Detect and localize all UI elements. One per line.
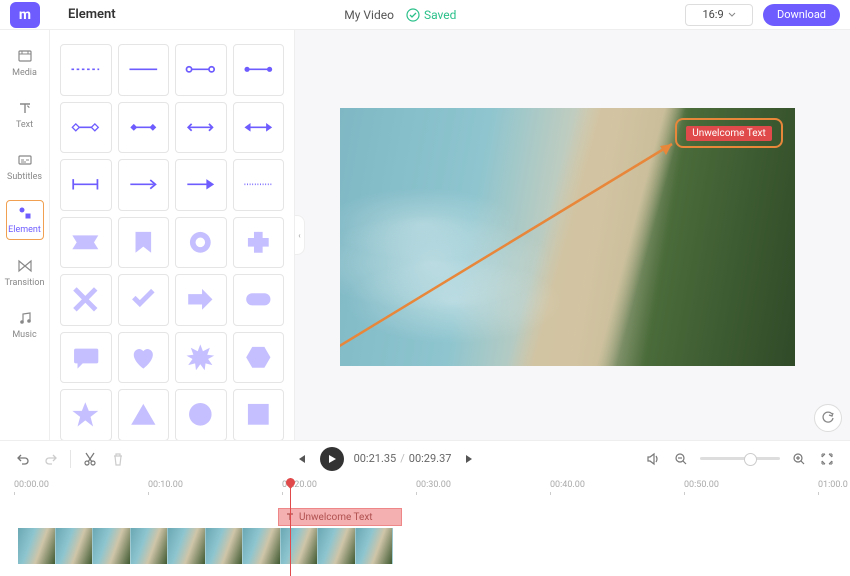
prev-button[interactable] bbox=[292, 450, 310, 468]
canvas-area: ‹ Unwelcome Text bbox=[295, 30, 850, 440]
element-shape-pill[interactable] bbox=[233, 274, 285, 326]
element-line-open-diamonds[interactable] bbox=[60, 102, 112, 154]
element-line-dotted[interactable] bbox=[233, 159, 285, 211]
element-line-caps[interactable] bbox=[60, 159, 112, 211]
collapse-panel-button[interactable]: ‹ bbox=[295, 215, 305, 255]
nav-text[interactable]: Text bbox=[6, 96, 44, 134]
nav-media[interactable]: Media bbox=[6, 44, 44, 82]
video-preview[interactable]: Unwelcome Text bbox=[340, 108, 795, 366]
element-line-filled-diamonds[interactable] bbox=[118, 102, 170, 154]
element-arrow-right-thin[interactable] bbox=[118, 159, 170, 211]
element-shape-star[interactable] bbox=[60, 389, 112, 440]
playback-time: 00:21.35/00:29.37 bbox=[354, 452, 452, 465]
timeline-text-clip[interactable]: Unwelcome Text bbox=[278, 508, 402, 526]
panel-title: Element bbox=[68, 7, 116, 22]
volume-button[interactable] bbox=[644, 450, 662, 468]
element-shape-check[interactable] bbox=[118, 274, 170, 326]
reset-zoom-button[interactable] bbox=[814, 404, 842, 432]
ruler-tick: 00:10.00 bbox=[148, 480, 183, 490]
ruler-tick: 00:00.00 bbox=[14, 480, 49, 490]
zoom-in-button[interactable] bbox=[790, 450, 808, 468]
element-icon bbox=[17, 205, 33, 221]
check-circle-icon bbox=[406, 8, 420, 22]
timeline[interactable]: 00:00.00 00:10.00 00:20.00 00:30.00 00:4… bbox=[0, 476, 850, 576]
element-arrow-double-solid[interactable] bbox=[233, 102, 285, 154]
playhead[interactable] bbox=[290, 478, 291, 576]
cut-button[interactable] bbox=[81, 450, 99, 468]
playback-controls: 00:21.35/00:29.37 bbox=[0, 440, 850, 476]
elements-panel bbox=[50, 30, 295, 440]
ruler-tick: 01:00.0 bbox=[818, 480, 848, 490]
subtitles-icon bbox=[17, 152, 33, 168]
aspect-ratio-select[interactable]: 16:9 bbox=[685, 4, 753, 26]
element-shape-heart[interactable] bbox=[118, 332, 170, 384]
element-shape-ring[interactable] bbox=[175, 217, 227, 269]
overlay-text: Unwelcome Text bbox=[686, 126, 772, 141]
element-shape-hexagon[interactable] bbox=[233, 332, 285, 384]
refresh-icon bbox=[821, 411, 835, 425]
element-shape-arrow-block[interactable] bbox=[175, 274, 227, 326]
zoom-out-button[interactable] bbox=[672, 450, 690, 468]
element-line-solid[interactable] bbox=[118, 44, 170, 96]
element-shape-ribbon[interactable] bbox=[60, 217, 112, 269]
undo-button[interactable] bbox=[14, 450, 32, 468]
element-arrow-right-solid[interactable] bbox=[175, 159, 227, 211]
element-shape-bookmark[interactable] bbox=[118, 217, 170, 269]
element-shape-speech[interactable] bbox=[60, 332, 112, 384]
app-logo[interactable]: m bbox=[10, 2, 40, 28]
transition-icon bbox=[17, 258, 33, 274]
element-shape-circle[interactable] bbox=[175, 389, 227, 440]
timeline-video-clip[interactable] bbox=[18, 528, 393, 564]
nav-transition[interactable]: Transition bbox=[6, 254, 44, 292]
fit-button[interactable] bbox=[818, 450, 836, 468]
next-button[interactable] bbox=[461, 450, 479, 468]
project-name[interactable]: My Video bbox=[344, 8, 394, 22]
element-shape-burst[interactable] bbox=[175, 332, 227, 384]
nav-music[interactable]: Music bbox=[6, 306, 44, 344]
saved-indicator: Saved bbox=[406, 8, 456, 22]
left-nav: Media Text Subtitles Element Transition … bbox=[0, 30, 50, 440]
delete-button[interactable] bbox=[109, 450, 127, 468]
zoom-slider[interactable] bbox=[700, 457, 780, 460]
element-shape-cross[interactable] bbox=[60, 274, 112, 326]
element-shape-square[interactable] bbox=[233, 389, 285, 440]
play-button[interactable] bbox=[320, 447, 344, 471]
element-line-filled-dots[interactable] bbox=[233, 44, 285, 96]
element-line-open-dots[interactable] bbox=[175, 44, 227, 96]
ruler-tick: 00:50.00 bbox=[684, 480, 719, 490]
music-icon bbox=[17, 310, 33, 326]
chevron-down-icon bbox=[728, 11, 736, 19]
timeline-ruler[interactable]: 00:00.00 00:10.00 00:20.00 00:30.00 00:4… bbox=[14, 480, 836, 496]
element-arrow-double[interactable] bbox=[175, 102, 227, 154]
element-shape-plus[interactable] bbox=[233, 217, 285, 269]
element-shape-triangle[interactable] bbox=[118, 389, 170, 440]
element-line-dashed[interactable] bbox=[60, 44, 112, 96]
ruler-tick: 00:40.00 bbox=[550, 480, 585, 490]
text-icon bbox=[17, 100, 33, 116]
ruler-tick: 00:30.00 bbox=[416, 480, 451, 490]
overlay-text-box[interactable]: Unwelcome Text bbox=[675, 118, 783, 148]
redo-button[interactable] bbox=[42, 450, 60, 468]
nav-element[interactable]: Element bbox=[6, 200, 44, 240]
download-button[interactable]: Download bbox=[763, 4, 840, 26]
nav-subtitles[interactable]: Subtitles bbox=[6, 148, 44, 186]
media-icon bbox=[17, 48, 33, 64]
